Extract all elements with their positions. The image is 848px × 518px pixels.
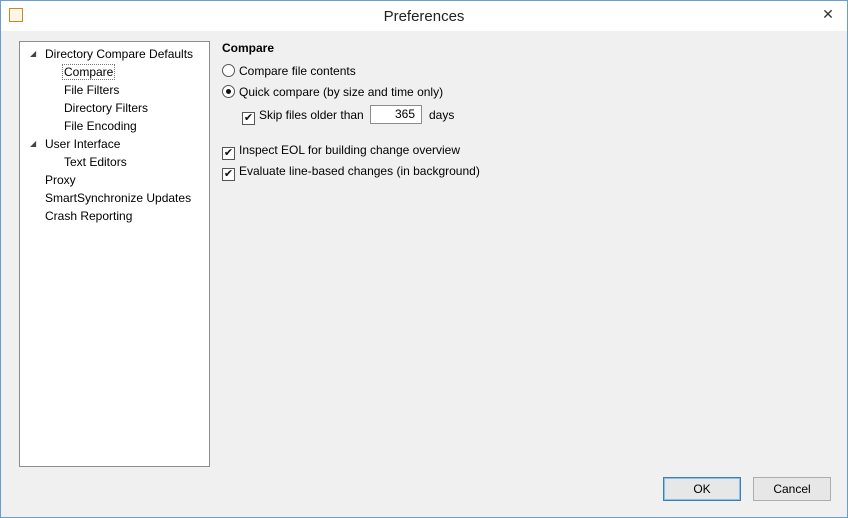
tree-item-label: Crash Reporting bbox=[45, 209, 133, 223]
preferences-tree[interactable]: ◢ Directory Compare Defaults Compare Fil… bbox=[19, 41, 210, 467]
close-button[interactable]: ✕ bbox=[817, 5, 839, 23]
evaluate-line-changes-checkbox[interactable]: ✔ Evaluate line-based changes (in backgro… bbox=[222, 163, 480, 181]
checkbox-checked-icon[interactable]: ✔ bbox=[242, 112, 255, 125]
checkbox-label: Skip files older than bbox=[259, 108, 364, 122]
window-title: Preferences bbox=[383, 8, 465, 25]
tree-item-proxy[interactable]: Proxy bbox=[20, 171, 209, 189]
preferences-window: Preferences ✕ ◢ Directory Compare Defaul… bbox=[0, 0, 848, 518]
radio-checked-icon[interactable] bbox=[222, 85, 235, 98]
section-title: Compare bbox=[222, 41, 275, 55]
cancel-button[interactable]: Cancel bbox=[753, 477, 831, 501]
expanded-triangle-icon[interactable]: ◢ bbox=[30, 45, 36, 63]
title-bar: Preferences ✕ bbox=[1, 1, 847, 31]
tree-item-label: Compare bbox=[62, 64, 116, 80]
tree-item-label: Directory Compare Defaults bbox=[45, 47, 194, 61]
tree-item-label: File Encoding bbox=[64, 119, 137, 133]
tree-item-label: Proxy bbox=[45, 173, 76, 187]
checkbox-checked-icon[interactable]: ✔ bbox=[222, 168, 235, 181]
tree-item-file-filters[interactable]: File Filters bbox=[20, 81, 209, 99]
skip-files-checkbox[interactable]: ✔ Skip files older than bbox=[242, 107, 364, 125]
radio-label: Quick compare (by size and time only) bbox=[239, 85, 444, 99]
compare-settings-panel: Compare Compare file contents Quick comp… bbox=[222, 41, 822, 461]
tree-item-label: Text Editors bbox=[64, 155, 127, 169]
tree-item-label: SmartSynchronize Updates bbox=[45, 191, 192, 205]
ok-button[interactable]: OK bbox=[663, 477, 741, 501]
checkbox-label: Evaluate line-based changes (in backgrou… bbox=[239, 164, 480, 178]
tree-item-directory-compare-defaults[interactable]: ◢ Directory Compare Defaults bbox=[20, 45, 209, 63]
expanded-triangle-icon[interactable]: ◢ bbox=[30, 135, 36, 153]
compare-file-contents-radio[interactable]: Compare file contents bbox=[222, 63, 356, 79]
inspect-eol-checkbox[interactable]: ✔ Inspect EOL for building change overvie… bbox=[222, 142, 461, 160]
tree-item-directory-filters[interactable]: Directory Filters bbox=[20, 99, 209, 117]
skip-days-input[interactable]: 365 bbox=[370, 105, 422, 124]
tree-item-label: Directory Filters bbox=[64, 101, 149, 115]
checkbox-checked-icon[interactable]: ✔ bbox=[222, 147, 235, 160]
tree-item-compare[interactable]: Compare bbox=[20, 63, 209, 81]
tree-item-crash-reporting[interactable]: Crash Reporting bbox=[20, 207, 209, 225]
days-unit-label: days bbox=[429, 108, 455, 122]
tree-item-label: File Filters bbox=[64, 83, 120, 97]
radio-unchecked-icon[interactable] bbox=[222, 64, 235, 77]
quick-compare-radio[interactable]: Quick compare (by size and time only) bbox=[222, 84, 443, 100]
tree-item-file-encoding[interactable]: File Encoding bbox=[20, 117, 209, 135]
tree-item-smartsynchronize-updates[interactable]: SmartSynchronize Updates bbox=[20, 189, 209, 207]
tree-item-text-editors[interactable]: Text Editors bbox=[20, 153, 209, 171]
radio-label: Compare file contents bbox=[239, 64, 356, 78]
tree-item-label: User Interface bbox=[45, 137, 121, 151]
tree-item-user-interface[interactable]: ◢ User Interface bbox=[20, 135, 209, 153]
checkbox-label: Inspect EOL for building change overview bbox=[239, 143, 461, 157]
